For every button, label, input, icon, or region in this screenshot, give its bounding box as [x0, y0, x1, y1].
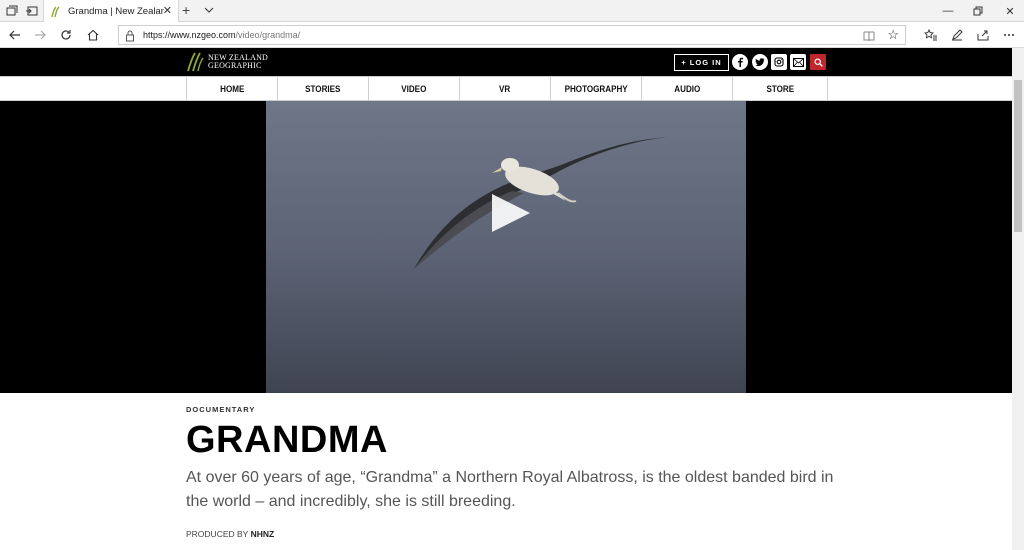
url-domain: https://www.nzgeo.com [143, 30, 236, 40]
facebook-icon[interactable] [732, 54, 748, 70]
login-button[interactable]: + LOG IN [674, 54, 729, 71]
web-page: NEW ZEALAND GEOGRAPHIC + LOG IN HOME STO… [0, 48, 1012, 550]
tab-close-icon[interactable]: ✕ [163, 4, 172, 17]
producer-prefix: PRODUCED BY [186, 529, 249, 539]
browser-window: Grandma | New Zealand ✕ + — ✕ https://ww… [0, 0, 1024, 550]
back-icon[interactable] [6, 26, 24, 44]
nav-item-audio[interactable]: AUDIO [641, 77, 732, 101]
url-path: /video/grandma/ [235, 30, 301, 40]
producer-credit: PRODUCED BY NHNZ [186, 529, 274, 539]
search-icon[interactable] [810, 54, 826, 70]
instagram-icon[interactable] [771, 54, 787, 70]
site-logo[interactable]: NEW ZEALAND GEOGRAPHIC [186, 52, 268, 72]
site-navigation: HOME STORIES VIDEO VR PHOTOGRAPHY AUDIO … [0, 76, 1012, 101]
logo-mark-icon [187, 52, 204, 72]
browser-toolbar: https://www.nzgeo.com/video/grandma/ ☆ [0, 22, 1024, 48]
more-icon[interactable] [1000, 26, 1018, 44]
favorite-star-icon[interactable]: ☆ [887, 27, 899, 43]
nav-label: HOME [219, 83, 245, 95]
url-text: https://www.nzgeo.com/video/grandma/ [143, 30, 300, 40]
video-frame [266, 101, 746, 393]
tab-title: Grandma | New Zealand [68, 6, 164, 17]
share-icon[interactable] [974, 26, 992, 44]
article-category[interactable]: DOCUMENTARY [186, 405, 255, 414]
site-header: NEW ZEALAND GEOGRAPHIC + LOG IN [0, 48, 1012, 76]
forward-icon[interactable] [31, 26, 49, 44]
tab-actions-icon[interactable] [4, 3, 20, 19]
site-favicon-icon [51, 6, 60, 17]
nav-label: AUDIO [673, 83, 701, 95]
video-band [0, 101, 1012, 393]
web-note-icon[interactable] [948, 26, 966, 44]
tab-bar: Grandma | New Zealand ✕ + — ✕ [0, 0, 1024, 23]
nav-label: STORE [766, 83, 794, 95]
nav-label: STORIES [305, 83, 341, 95]
email-icon[interactable] [790, 54, 806, 70]
nav-item-stories[interactable]: STORIES [277, 77, 368, 101]
nav-label: VR [499, 83, 511, 95]
lock-icon [125, 29, 135, 47]
address-bar[interactable]: https://www.nzgeo.com/video/grandma/ ☆ [118, 25, 906, 45]
nav-label: PHOTOGRAPHY [564, 83, 628, 95]
reading-view-icon[interactable] [863, 29, 875, 47]
minimize-icon[interactable]: — [940, 3, 956, 19]
refresh-icon[interactable] [57, 26, 75, 44]
scrollbar-thumb[interactable] [1014, 80, 1022, 232]
producer-name[interactable]: NHNZ [251, 529, 275, 539]
logo-text: NEW ZEALAND GEOGRAPHIC [208, 54, 268, 70]
restore-icon[interactable] [970, 3, 986, 19]
nav-label: VIDEO [401, 83, 427, 95]
article-title: GRANDMA [186, 419, 388, 461]
tab-list-chevron-icon[interactable] [204, 2, 214, 20]
article-lede: At over 60 years of age, “Grandma” a Nor… [186, 469, 834, 510]
video-player[interactable] [266, 101, 746, 393]
tab-active[interactable]: Grandma | New Zealand ✕ [43, 0, 179, 23]
close-window-icon[interactable]: ✕ [1002, 3, 1018, 19]
set-aside-tabs-icon[interactable] [24, 3, 40, 19]
nav-item-vr[interactable]: VR [459, 77, 550, 101]
favorites-hub-icon[interactable] [922, 26, 940, 44]
page-scrollbar[interactable] [1012, 48, 1024, 550]
nav-item-store[interactable]: STORE [732, 77, 828, 101]
new-tab-icon[interactable]: + [182, 2, 190, 18]
twitter-icon[interactable] [752, 54, 768, 70]
home-icon[interactable] [84, 26, 102, 44]
nav-item-photography[interactable]: PHOTOGRAPHY [550, 77, 641, 101]
logo-line-2: GEOGRAPHIC [208, 61, 262, 70]
nav-item-home[interactable]: HOME [186, 77, 277, 101]
nav-item-video[interactable]: VIDEO [368, 77, 459, 101]
